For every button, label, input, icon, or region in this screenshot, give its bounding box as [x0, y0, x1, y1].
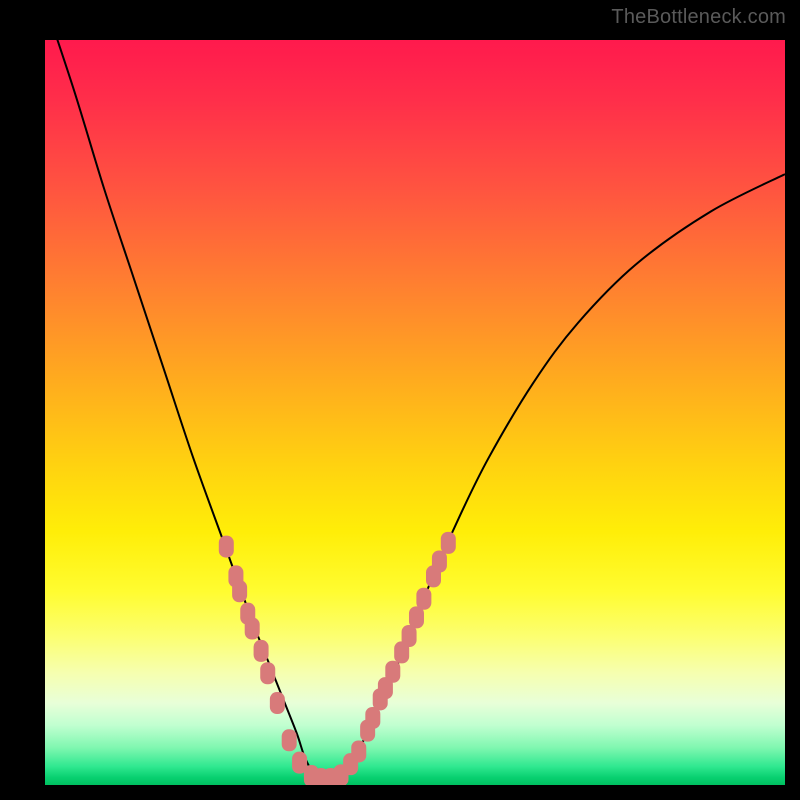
plot-area: [45, 40, 785, 785]
data-marker: [254, 640, 269, 662]
data-marker: [409, 606, 424, 628]
data-marker: [270, 692, 285, 714]
data-marker: [432, 551, 447, 573]
chart-svg: [45, 40, 785, 785]
data-marker: [416, 588, 431, 610]
data-marker: [245, 618, 260, 640]
data-marker: [260, 662, 275, 684]
attribution-text: TheBottleneck.com: [611, 6, 786, 29]
data-marker: [219, 536, 234, 558]
bottleneck-curve: [45, 40, 785, 779]
data-marker: [402, 625, 417, 647]
data-marker: [282, 729, 297, 751]
data-marker: [385, 661, 400, 683]
data-marker: [232, 580, 247, 602]
data-markers: [219, 532, 456, 785]
data-marker: [365, 707, 380, 729]
data-marker: [441, 532, 456, 554]
chart-frame: TheBottleneck.com: [0, 0, 800, 800]
data-marker: [351, 740, 366, 762]
